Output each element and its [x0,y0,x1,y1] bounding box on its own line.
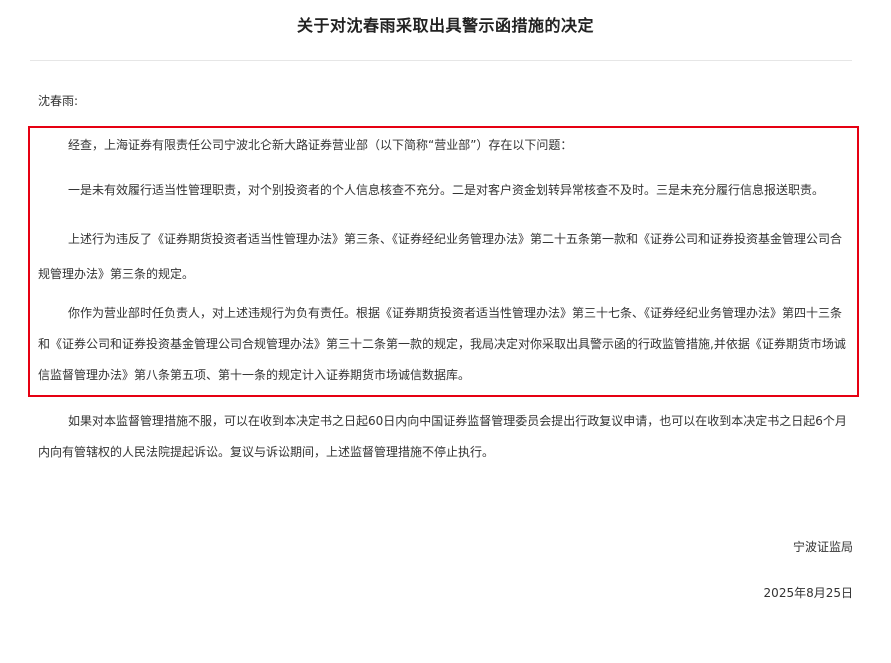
paragraph-line: 经查，上海证券有限责任公司宁波北仑新大路证券营业部（以下简称“营业部”）存在以下… [68,138,573,152]
paragraph-appeal: 如果对本监督管理措施不服，可以在收到本决定书之日起60日内向中国证券监督管理委员… [38,408,847,466]
paragraph-line: 信监督管理办法》第八条第五项、第十一条的规定计入证券期货市场诚信数据库。 [38,368,471,382]
title-divider [30,60,852,61]
issuer-signature: 宁波证监局 [792,540,853,554]
paragraph-problems: 一是未有效履行适当性管理职责，对个别投资者的个人信息核查不充分。二是对客户资金划… [38,177,824,204]
paragraph-violations: 上述行为违反了《证券期货投资者适当性管理办法》第三条、《证券经纪业务管理办法》第… [38,226,842,288]
paragraph-line: 和《证券公司和证券投资基金管理公司合规管理办法》第三十二条第一款的规定，我局决定… [38,337,846,351]
paragraph-line: 你作为营业部时任负责人，对上述违规行为负有责任。根据《证券期货投资者适当性管理办… [68,306,843,320]
issue-date: 2025年8月25日 [763,586,853,600]
document-title: 关于对沈春雨采取出具警示函措施的决定 [296,16,594,35]
paragraph-line: 如果对本监督管理措施不服，可以在收到本决定书之日起60日内向中国证券监督管理委员… [68,414,847,428]
paragraph-line: 内向有管辖权的人民法院提起诉讼。复议与诉讼期间，上述监督管理措施不停止执行。 [38,445,495,459]
paragraph-line: 规管理办法》第三条的规定。 [38,267,195,281]
document-page: 关于对沈春雨采取出具警示函措施的决定 沈春雨: 经查，上海证券有限责任公司宁波北… [0,0,891,663]
salutation: 沈春雨: [38,94,79,108]
paragraph-line: 上述行为违反了《证券期货投资者适当性管理办法》第三条、《证券经纪业务管理办法》第… [68,232,843,246]
paragraph-line: 一是未有效履行适当性管理职责，对个别投资者的个人信息核查不充分。二是对客户资金划… [68,183,825,197]
paragraph-decision: 你作为营业部时任负责人，对上述违规行为负有责任。根据《证券期货投资者适当性管理办… [38,300,846,389]
paragraph-findings-intro: 经查，上海证券有限责任公司宁波北仑新大路证券营业部（以下简称“营业部”）存在以下… [38,132,572,159]
